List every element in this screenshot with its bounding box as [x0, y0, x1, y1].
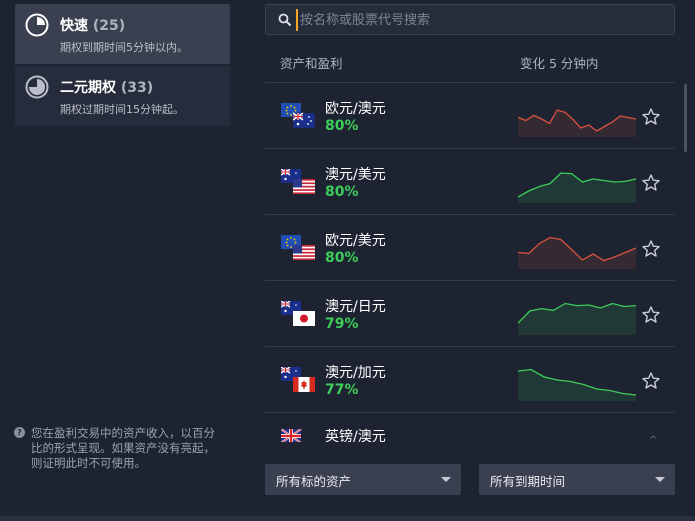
favorite-star-icon[interactable]: [641, 173, 661, 193]
asset-filter-value: 所有标的资产: [276, 474, 352, 489]
asset-row[interactable]: 欧元/澳元 80%: [265, 82, 675, 148]
asset-row[interactable]: 英镑/澳元: [265, 412, 675, 442]
caret-down-icon: [441, 477, 451, 482]
asset-profit: 80%: [325, 118, 359, 134]
asset-row[interactable]: 澳元/日元 79%: [265, 280, 675, 346]
column-header-change: 变化 5 分钟内: [520, 56, 599, 71]
clock-quarter-icon: [25, 13, 49, 37]
category-panel: 快速 (25) 期权到期时间5分钟以内。 二元期权 (33) 期权过期时间15分…: [0, 0, 232, 521]
favorite-star-icon[interactable]: [641, 305, 661, 325]
asset-profit: 79%: [325, 316, 359, 332]
sparkline-chart: [518, 109, 636, 137]
asset-name: 欧元/澳元: [325, 101, 386, 117]
favorite-star-icon[interactable]: [641, 239, 661, 259]
clock-three-quarter-icon: [25, 75, 49, 99]
sparkline-chart: [518, 302, 636, 335]
expiry-filter-value: 所有到期时间: [490, 474, 566, 489]
sparkline-chart: [518, 236, 636, 269]
sparkline-area: [518, 369, 636, 401]
asset-profit: 77%: [325, 382, 359, 398]
favorite-star-icon[interactable]: [641, 107, 661, 127]
asset-list: 欧元/澳元 80% 澳元/美元 80% 欧元/美元 80% 澳元/日元 79% …: [265, 82, 675, 442]
scrollbar-thumb[interactable]: [684, 84, 687, 152]
asset-row[interactable]: 澳元/加元 77%: [265, 346, 675, 412]
category-title: 二元期权: [60, 80, 116, 96]
flag-pair-icon: [281, 169, 315, 194]
category-description: 期权到期时间5分钟以内。: [60, 41, 188, 54]
sparkline-chart: [518, 172, 636, 203]
asset-search: [265, 4, 675, 35]
category-description: 期权过期时间15分钟起。: [60, 103, 184, 116]
asset-filter-select[interactable]: 所有标的资产: [265, 464, 461, 495]
sparkline-area: [518, 303, 636, 335]
search-input[interactable]: [296, 9, 666, 31]
asset-name: 澳元/加元: [325, 365, 386, 381]
sparkline-area: [518, 237, 636, 269]
category-count: (25): [92, 18, 126, 34]
asset-row[interactable]: 澳元/美元 80%: [265, 148, 675, 214]
profit-note-text: 您在盈利交易中的资产收入，以百分比的形式呈现。如果资产没有亮起，则证明此时不可使…: [31, 426, 215, 470]
flag-pair-icon: [281, 301, 315, 326]
flag-pair-icon: [281, 429, 302, 442]
asset-profit: 80%: [325, 184, 359, 200]
profit-note: ? 您在盈利交易中的资产收入，以百分比的形式呈现。如果资产没有亮起，则证明此时不…: [14, 426, 224, 471]
category-title: 快速: [60, 18, 88, 34]
flag-pair-icon: [281, 235, 315, 260]
expiry-filter-select[interactable]: 所有到期时间: [479, 464, 675, 495]
asset-name: 澳元/美元: [325, 167, 386, 183]
caret-down-icon: [655, 477, 665, 482]
flag-pair-icon: [281, 367, 315, 392]
chevron-up-icon[interactable]: ^: [649, 435, 657, 446]
favorite-star-icon[interactable]: [641, 371, 661, 391]
asset-name: 英镑/澳元: [325, 429, 386, 442]
sparkline-chart: [518, 368, 636, 401]
flag-pair-icon: [281, 103, 315, 129]
asset-row[interactable]: 欧元/美元 80%: [265, 214, 675, 280]
category-quick[interactable]: 快速 (25) 期权到期时间5分钟以内。: [15, 4, 230, 64]
search-icon: [278, 13, 292, 27]
asset-profit: 80%: [325, 250, 359, 266]
asset-name: 澳元/日元: [325, 299, 386, 315]
question-icon: ?: [14, 427, 25, 438]
category-count: (33): [120, 80, 154, 96]
category-binary[interactable]: 二元期权 (33) 期权过期时间15分钟起。: [15, 66, 230, 126]
bottom-timeline-strip: [0, 516, 695, 521]
column-header-asset: 资产和盈利: [280, 56, 343, 71]
asset-name: 欧元/美元: [325, 233, 386, 249]
